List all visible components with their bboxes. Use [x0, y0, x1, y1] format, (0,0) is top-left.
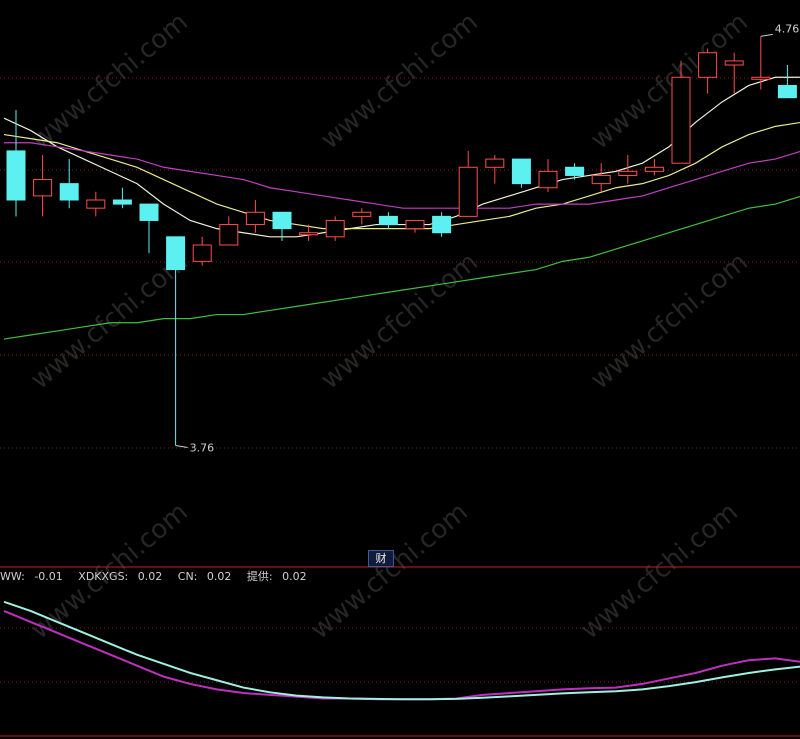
candle-body	[378, 215, 398, 226]
candle-body	[671, 76, 691, 164]
candle-body	[219, 224, 239, 246]
indicator-line	[3, 600, 800, 701]
candle	[219, 216, 239, 246]
candle-body	[299, 232, 319, 236]
candle-body	[405, 219, 425, 230]
candle-body	[724, 60, 744, 66]
annotation-pointer	[175, 444, 188, 448]
candle	[432, 212, 452, 237]
candle-body	[538, 170, 558, 189]
candle	[139, 203, 159, 254]
candle-body	[33, 179, 53, 197]
legend-cn: CN: 0.02	[177, 570, 232, 583]
candle	[485, 155, 505, 184]
candle	[352, 208, 372, 225]
watermark-text: www.cfchi.com	[315, 7, 484, 155]
watermark-text: www.cfchi.com	[585, 247, 754, 395]
candle	[777, 65, 797, 99]
candle-body	[485, 158, 505, 168]
candle-body	[192, 244, 212, 262]
candle-body	[112, 199, 132, 205]
candle-body	[458, 166, 478, 217]
candle-body	[751, 76, 771, 80]
watermark-text: www.cfchi.com	[315, 247, 484, 395]
watermark-text: www.cfchi.com	[25, 7, 194, 155]
candle	[591, 163, 611, 192]
candle	[192, 236, 212, 266]
candle	[511, 158, 531, 188]
legend-ww: WW: -0.01	[0, 570, 63, 583]
candle-body	[565, 166, 585, 176]
price-label: 4.76	[775, 22, 800, 35]
candle-body	[59, 183, 79, 201]
candle-body	[618, 170, 638, 176]
candle	[538, 159, 558, 192]
candle	[698, 48, 718, 94]
watermark-text: www.cfchi.com	[575, 497, 744, 645]
price-annotations: 3.76 4.76	[175, 22, 800, 454]
candle	[112, 187, 132, 209]
watermark-text: www.cfchi.com	[585, 7, 754, 155]
watermark-text: www.cfchi.com	[305, 497, 474, 645]
candle	[166, 236, 186, 446]
candle-body	[777, 84, 797, 99]
candle-body	[272, 211, 292, 230]
candle	[458, 150, 478, 217]
candle-body	[511, 158, 531, 185]
candle	[245, 200, 265, 233]
legend-provide: 提供: 0.02	[246, 570, 307, 583]
price-label: 3.76	[190, 441, 215, 454]
grid-lines	[0, 77, 800, 737]
candle-body	[166, 236, 186, 271]
annotation-pointer	[760, 33, 773, 37]
candle	[724, 52, 744, 94]
candle	[33, 155, 53, 217]
legend-xdkxgs: XDKXGS: 0.02	[78, 570, 163, 583]
candle-body	[245, 211, 265, 226]
candle-body	[352, 211, 372, 217]
candle-body	[6, 150, 26, 201]
indicator-lines	[3, 600, 800, 701]
stock-chart: www.cfchi.com www.cfchi.com www.cfchi.com w…	[0, 7, 800, 737]
candle	[751, 36, 771, 90]
candle-body	[325, 219, 345, 238]
candlesticks	[6, 36, 797, 446]
candle	[6, 110, 26, 217]
candle	[325, 216, 345, 241]
candle	[59, 159, 79, 209]
candle-body	[139, 203, 159, 221]
indicator-line	[3, 610, 800, 701]
candle-body	[698, 52, 718, 78]
candle	[644, 159, 664, 176]
signal-badge[interactable]: 财	[368, 550, 394, 567]
candle	[405, 219, 425, 233]
candle	[86, 191, 106, 217]
candle-body	[432, 215, 452, 234]
candle-body	[86, 199, 106, 209]
candle	[378, 212, 398, 229]
indicator-legend: WW: -0.01 XDKXGS: 0.02 CN: 0.02 提供: 0.02	[0, 568, 319, 584]
candle-body	[644, 166, 664, 172]
candle-body	[591, 174, 611, 185]
